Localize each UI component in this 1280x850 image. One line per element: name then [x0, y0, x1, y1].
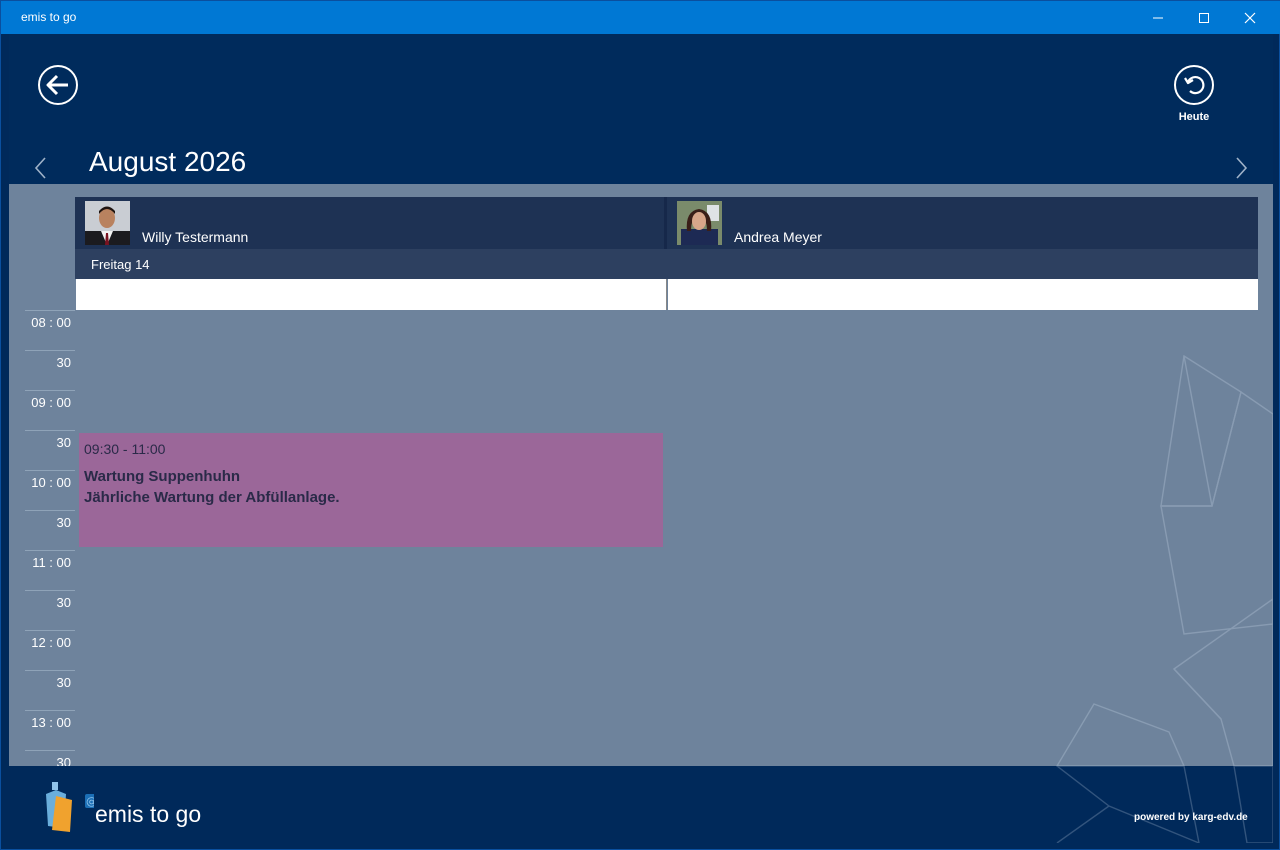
- window-title: emis to go: [21, 10, 77, 24]
- appointment-description: Jährliche Wartung der Abfüllanlage.: [84, 489, 340, 506]
- chevron-right-icon: [1236, 157, 1248, 179]
- minimize-icon: [1153, 17, 1163, 18]
- avatar: [677, 201, 722, 245]
- maximize-button[interactable]: [1181, 1, 1227, 34]
- chevron-left-icon: [34, 157, 46, 179]
- time-slot: 30: [25, 350, 75, 390]
- svg-text:@: @: [86, 795, 94, 808]
- appointment-time: 09:30 - 11:00: [84, 441, 166, 457]
- month-title: August 2026: [89, 146, 247, 177]
- maximize-icon: [1199, 12, 1209, 23]
- time-slot: 09 : 00: [25, 390, 75, 430]
- time-slot: 30: [25, 750, 75, 766]
- close-button[interactable]: [1227, 1, 1273, 34]
- today-label: Heute: [1178, 111, 1210, 123]
- powered-by-text: powered by karg-edv.de: [1134, 812, 1248, 823]
- back-button[interactable]: [38, 65, 78, 105]
- all-day-cell-willy[interactable]: [76, 279, 667, 310]
- resource-header-andrea[interactable]: Andrea Meyer: [667, 197, 1258, 249]
- close-icon: [1244, 12, 1256, 23]
- time-slot: 11 : 00: [25, 550, 75, 590]
- all-day-cell-andrea[interactable]: [668, 279, 1258, 310]
- footer: @ emis to go powered by karg-edv.de: [9, 766, 1273, 843]
- app-window: emis to go Heute August 2026 Willy Teste…: [0, 0, 1280, 850]
- time-slot: 10 : 00: [25, 470, 75, 510]
- time-slot: 30: [25, 430, 75, 470]
- time-slot: 30: [25, 590, 75, 630]
- title-bar: emis to go: [1, 1, 1280, 34]
- time-slot: 13 : 00: [25, 710, 75, 750]
- avatar: [85, 201, 130, 245]
- today-button[interactable]: [1174, 65, 1214, 105]
- logo-text: emis to go: [95, 801, 202, 827]
- resource-header-willy[interactable]: Willy Testermann: [75, 197, 664, 249]
- appointment-title: Wartung Suppenhuhn: [84, 468, 241, 485]
- arrow-left-icon: [46, 74, 68, 96]
- logo-icon: @: [46, 782, 94, 832]
- day-label: Freitag 14: [91, 257, 150, 272]
- resource-name: Andrea Meyer: [734, 229, 822, 245]
- next-month-button[interactable]: [1235, 156, 1249, 185]
- time-slot: 30: [25, 670, 75, 710]
- time-column: 08 : 00 30 09 : 00 30 10 : 00 30 11 : 00…: [25, 310, 75, 766]
- time-slot: 30: [25, 510, 75, 550]
- minimize-button[interactable]: [1135, 1, 1181, 34]
- day-header: Freitag 14: [75, 249, 1258, 279]
- previous-month-button[interactable]: [33, 156, 47, 185]
- calendar-content: Willy Testermann Andrea Meyer Freitag 14…: [9, 184, 1273, 766]
- appointment-card[interactable]: 09:30 - 11:00 Wartung Suppenhuhn Jährlic…: [79, 433, 663, 547]
- calendar-header: Heute August 2026: [9, 34, 1273, 184]
- time-slot: 08 : 00: [25, 310, 75, 350]
- undo-icon: [1184, 75, 1205, 95]
- time-slot: 12 : 00: [25, 630, 75, 670]
- resource-name: Willy Testermann: [142, 229, 249, 245]
